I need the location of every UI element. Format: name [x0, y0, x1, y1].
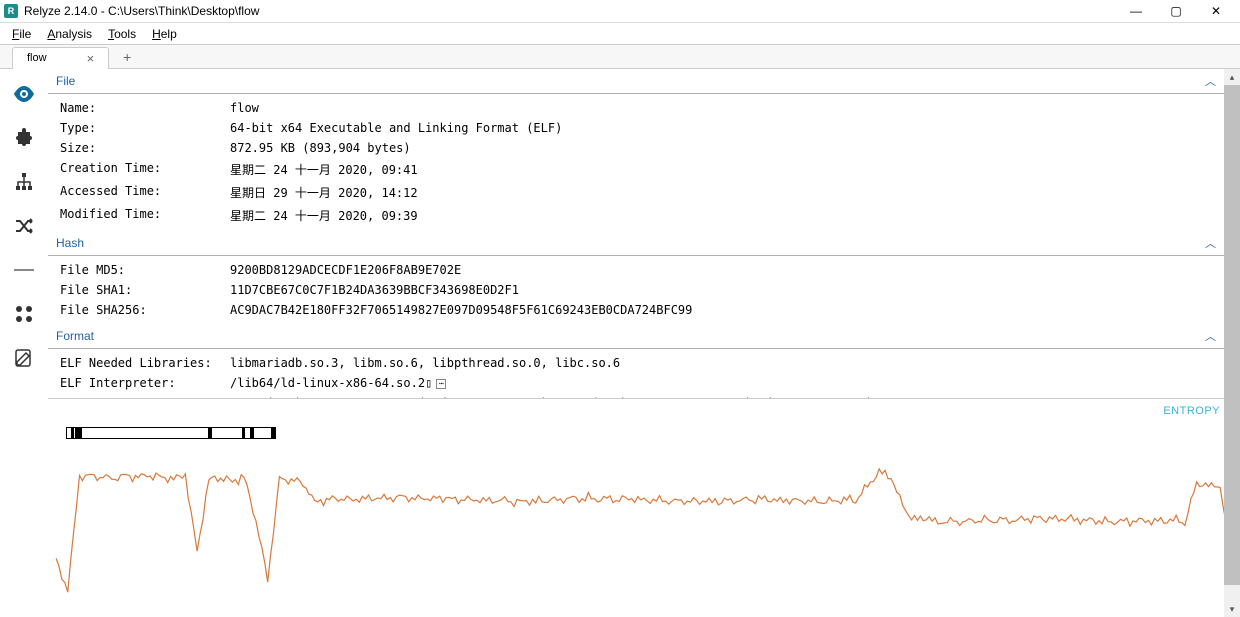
- minimap-segment: [208, 428, 211, 438]
- minimap-segment: [242, 428, 245, 438]
- maximize-button[interactable]: ▢: [1156, 0, 1196, 22]
- section-file-label: File: [56, 74, 1205, 88]
- kv-key: ELF Interpreter:: [60, 376, 230, 390]
- hierarchy-icon[interactable]: [13, 171, 35, 193]
- window-controls: — ▢ ✕: [1116, 0, 1236, 22]
- puzzle-icon[interactable]: [13, 127, 35, 149]
- shuffle-icon[interactable]: [13, 215, 35, 237]
- blocks-icon[interactable]: [13, 303, 35, 325]
- kv-val: AC9DAC7B42E180FF32F7065149827E097D09548F…: [230, 303, 1224, 317]
- main: ▴ ▾ File ︿ Name:flow Type:64-bit x64 Exe…: [0, 69, 1240, 617]
- edit-icon[interactable]: [13, 347, 35, 369]
- kv-val: 星期二 24 十一月 2020, 09:39: [230, 207, 1224, 224]
- titlebar: R Relyze 2.14.0 - C:\Users\Think\Desktop…: [0, 0, 1240, 23]
- section-format-body: ELF Needed Libraries:libmariadb.so.3, li…: [48, 349, 1224, 399]
- tab-close-icon[interactable]: ×: [87, 51, 95, 66]
- info-pane: ▴ ▾ File ︿ Name:flow Type:64-bit x64 Exe…: [48, 69, 1240, 399]
- menu-file[interactable]: File: [4, 25, 39, 43]
- kv-val: flow: [230, 101, 1224, 115]
- entropy-minimap[interactable]: [66, 427, 276, 439]
- kv-val: 64-bit x64 Executable and Linking Format…: [230, 121, 1224, 135]
- kv-val: 11D7CBE67C0C7F1B24DA3639BBCF343698E0D2F1: [230, 283, 1224, 297]
- minimap-segment: [271, 428, 275, 438]
- kv-key: File SHA1:: [60, 283, 230, 297]
- kv-row: Modified Time:星期二 24 十一月 2020, 09:39: [60, 204, 1224, 227]
- kv-val-text: /lib64/ld-linux-x86-64.so.2▯: [230, 376, 432, 390]
- sidebar: [0, 69, 48, 617]
- tabbar: flow × +: [0, 45, 1240, 69]
- kv-row: File SHA256:AC9DAC7B42E180FF32F706514982…: [60, 300, 1224, 320]
- scroll-up-icon[interactable]: ▴: [1224, 69, 1240, 85]
- content-area: ▴ ▾ File ︿ Name:flow Type:64-bit x64 Exe…: [48, 69, 1240, 617]
- kv-row: Size:872.95 KB (893,904 bytes): [60, 138, 1224, 158]
- chevron-up-icon: ︿: [1205, 235, 1216, 251]
- kv-row: Accessed Time:星期日 29 十一月 2020, 14:12: [60, 181, 1224, 204]
- kv-key: Creation Time:: [60, 161, 230, 178]
- kv-row: File SHA1:11D7CBE67C0C7F1B24DA3639BBCF34…: [60, 280, 1224, 300]
- tab-add-button[interactable]: +: [113, 49, 141, 65]
- app-icon: R: [4, 4, 18, 18]
- chevron-up-icon: ︿: [1205, 328, 1216, 344]
- kv-key: Type:: [60, 121, 230, 135]
- section-hash-header[interactable]: Hash ︿: [48, 231, 1224, 256]
- minimize-button[interactable]: —: [1116, 0, 1156, 22]
- outer-scrollbar[interactable]: ▴ ▾: [1224, 69, 1240, 617]
- menu-analysis[interactable]: Analysis: [39, 25, 100, 43]
- menu-tools[interactable]: Tools: [100, 25, 144, 43]
- section-hash-label: Hash: [56, 236, 1205, 250]
- close-button[interactable]: ✕: [1196, 0, 1236, 22]
- overview-icon[interactable]: [13, 83, 35, 105]
- section-file-header[interactable]: File ︿: [48, 69, 1224, 94]
- minimap-segment: [75, 428, 81, 438]
- minimap-segment: [71, 428, 74, 438]
- kv-key: File SHA256:: [60, 303, 230, 317]
- section-hash-body: File MD5:9200BD8129ADCECDF1E206F8AB9E702…: [48, 256, 1224, 324]
- section-format-header[interactable]: Format ︿: [48, 324, 1224, 349]
- window-title: Relyze 2.14.0 - C:\Users\Think\Desktop\f…: [24, 4, 1116, 18]
- scroll-down-icon[interactable]: ▾: [1224, 601, 1240, 617]
- divider-icon: [13, 259, 35, 281]
- kv-row: Type:64-bit x64 Executable and Linking F…: [60, 118, 1224, 138]
- kv-key: Name:: [60, 101, 230, 115]
- kv-key: ELF Needed Libraries:: [60, 356, 230, 370]
- kv-key: Size:: [60, 141, 230, 155]
- kv-row: Creation Time:星期二 24 十一月 2020, 09:41: [60, 158, 1224, 181]
- kv-val: 星期二 24 十一月 2020, 09:41: [230, 161, 1224, 178]
- entropy-chart: [56, 449, 1232, 599]
- tab-label: flow: [27, 52, 47, 64]
- entropy-pane: ENTROPY: [48, 399, 1240, 617]
- chevron-up-icon: ︿: [1205, 73, 1216, 89]
- kv-row: ELF Interpreter:/lib64/ld-linux-x86-64.s…: [60, 373, 1224, 393]
- kv-row: File MD5:9200BD8129ADCECDF1E206F8AB9E702…: [60, 260, 1224, 280]
- kv-key: Accessed Time:: [60, 184, 230, 201]
- section-file-body: Name:flow Type:64-bit x64 Executable and…: [48, 94, 1224, 231]
- scroll-thumb[interactable]: [1224, 85, 1240, 585]
- kv-key: File MD5:: [60, 263, 230, 277]
- kv-val: /lib64/ld-linux-x86-64.so.2▯ ⋯: [230, 376, 1224, 390]
- minimap-segment: [250, 428, 254, 438]
- kv-row: ELF Needed Libraries:libmariadb.so.3, li…: [60, 353, 1224, 373]
- expand-icon[interactable]: ⋯: [436, 379, 446, 389]
- menu-help[interactable]: Help: [144, 25, 185, 43]
- kv-key: Modified Time:: [60, 207, 230, 224]
- kv-val: 872.95 KB (893,904 bytes): [230, 141, 1224, 155]
- kv-val: 星期日 29 十一月 2020, 14:12: [230, 184, 1224, 201]
- tab-flow[interactable]: flow ×: [12, 47, 109, 69]
- kv-val: libmariadb.so.3, libm.so.6, libpthread.s…: [230, 356, 1224, 370]
- menubar: File Analysis Tools Help: [0, 23, 1240, 45]
- kv-row: Name:flow: [60, 98, 1224, 118]
- entropy-label: ENTROPY: [1163, 405, 1220, 417]
- kv-val: 9200BD8129ADCECDF1E206F8AB9E702E: [230, 263, 1224, 277]
- section-format-label: Format: [56, 329, 1205, 343]
